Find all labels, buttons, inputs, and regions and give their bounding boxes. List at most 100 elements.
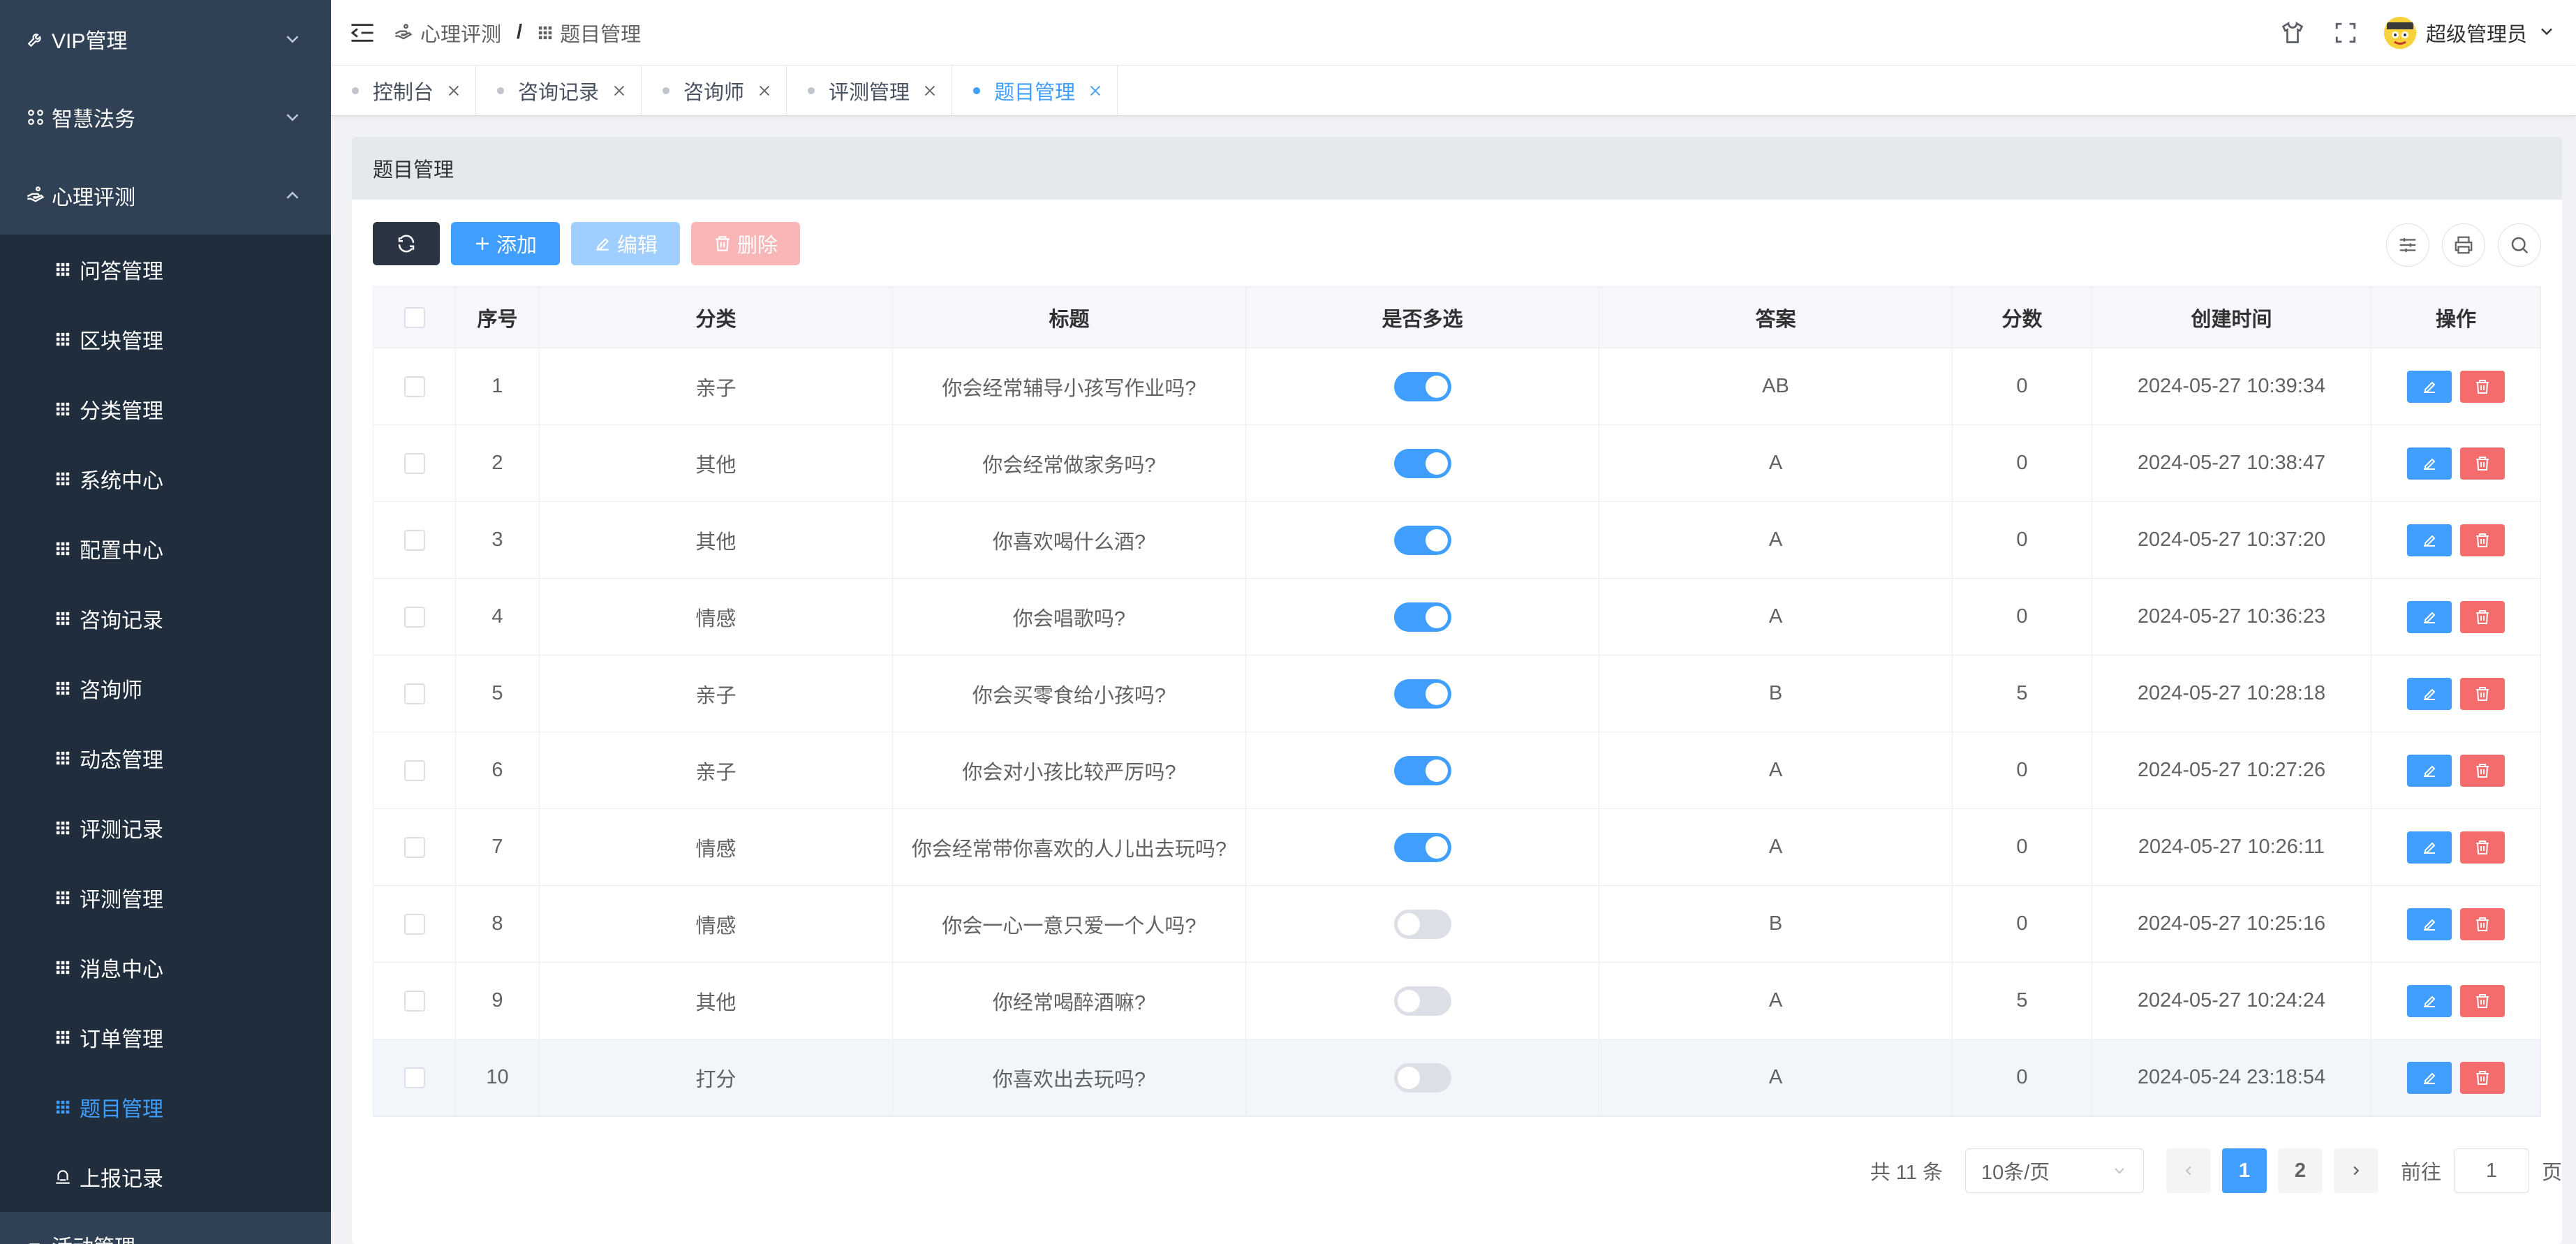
row-edit-button[interactable] (2407, 1061, 2452, 1094)
multi-select-switch[interactable] (1393, 371, 1451, 401)
table-row[interactable]: 4 情感 你会唱歌吗? A 0 2024-05-27 10:36:23 (373, 579, 2540, 656)
row-checkbox[interactable] (404, 990, 425, 1012)
chevron-down-icon[interactable] (2537, 22, 2556, 45)
row-edit-button[interactable] (2407, 831, 2452, 864)
tag-consult-records[interactable]: 咨询记录 (476, 66, 642, 115)
col-header-answer[interactable]: 答案 (1599, 287, 1953, 348)
page-size-select[interactable]: 10条/页 (1964, 1148, 2144, 1193)
breadcrumb-item-psych[interactable]: 心理评测 (394, 18, 501, 47)
table-row[interactable]: 5 亲子 你会买零食给小孩吗? B 5 2024-05-27 10:28:18 (373, 656, 2540, 732)
close-icon[interactable] (921, 82, 939, 100)
row-delete-button[interactable] (2460, 370, 2505, 403)
multi-select-switch[interactable] (1393, 525, 1451, 555)
row-checkbox[interactable] (404, 452, 425, 474)
add-button[interactable]: 添加 (451, 222, 560, 265)
avatar[interactable] (2383, 17, 2416, 49)
columns-filter-button[interactable] (2386, 223, 2429, 267)
close-icon[interactable] (755, 82, 773, 100)
next-page-button[interactable] (2333, 1148, 2378, 1193)
refresh-button[interactable] (373, 222, 440, 265)
table-row[interactable]: 9 其他 你经常喝醉酒嘛? A 5 2024-05-27 10:24:24 (373, 963, 2540, 1039)
row-delete-button[interactable] (2460, 447, 2505, 480)
fullscreen-icon[interactable] (2331, 18, 2360, 47)
sidebar-item-legal[interactable]: 智慧法务 (0, 78, 331, 156)
row-edit-button[interactable] (2407, 447, 2452, 480)
table-row[interactable]: 3 其他 你喜欢喝什么酒? A 0 2024-05-27 10:37:20 (373, 502, 2540, 579)
table-row[interactable]: 2 其他 你会经常做家务吗? A 0 2024-05-27 10:38:47 (373, 425, 2540, 502)
sidebar-item-block[interactable]: 区块管理 (0, 304, 331, 374)
row-delete-button[interactable] (2460, 677, 2505, 710)
close-icon[interactable] (610, 82, 628, 100)
table-row[interactable]: 6 亲子 你会对小孩比较严厉吗? A 0 2024-05-27 10:27:26 (373, 732, 2540, 809)
username[interactable]: 超级管理员 (2426, 18, 2527, 47)
col-header-score[interactable]: 分数 (1953, 287, 2092, 348)
multi-select-switch[interactable] (1393, 448, 1451, 478)
multi-select-switch[interactable] (1393, 1062, 1451, 1093)
sidebar-item-psych[interactable]: 心理评测 (0, 156, 331, 235)
row-delete-button[interactable] (2460, 754, 2505, 787)
page-2-button[interactable]: 2 (2277, 1148, 2323, 1193)
col-header-title[interactable]: 标题 (893, 287, 1246, 348)
multi-select-switch[interactable] (1393, 986, 1451, 1016)
row-edit-button[interactable] (2407, 984, 2452, 1017)
delete-button[interactable]: 删除 (691, 222, 800, 265)
sidebar-item-messages[interactable]: 消息中心 (0, 933, 331, 1002)
multi-select-switch[interactable] (1393, 602, 1451, 632)
tag-dashboard[interactable]: 控制台 (331, 66, 477, 115)
edit-button[interactable]: 编辑 (571, 222, 680, 265)
sidebar-item-config[interactable]: 配置中心 (0, 514, 331, 584)
tag-counselor[interactable]: 咨询师 (642, 66, 787, 115)
multi-select-switch[interactable] (1393, 679, 1451, 709)
row-edit-button[interactable] (2407, 524, 2452, 556)
multi-select-switch[interactable] (1393, 832, 1451, 862)
multi-select-switch[interactable] (1393, 909, 1451, 939)
table-row[interactable]: 10 打分 你喜欢出去玩吗? A 0 2024-05-24 23:18:54 (373, 1039, 2540, 1116)
sidebar-item-activity[interactable]: 活动管理 (0, 1212, 331, 1244)
table-row[interactable]: 8 情感 你会一心一意只爱一个人吗? B 0 2024-05-27 10:25:16 (373, 886, 2540, 963)
row-checkbox[interactable] (404, 606, 425, 628)
table-row[interactable]: 7 情感 你会经常带你喜欢的人儿出去玩吗? A 0 2024-05-27 10:26:11 (373, 809, 2540, 886)
col-header-multi[interactable]: 是否多选 (1246, 287, 1599, 348)
sidebar-item-counselor[interactable]: 咨询师 (0, 653, 331, 723)
row-edit-button[interactable] (2407, 908, 2452, 940)
multi-select-switch[interactable] (1393, 755, 1451, 785)
menu-fold-icon[interactable] (349, 20, 376, 46)
row-edit-button[interactable] (2407, 600, 2452, 633)
sidebar-item-consult-records[interactable]: 咨询记录 (0, 584, 331, 653)
prev-page-button[interactable] (2166, 1148, 2211, 1193)
sidebar-item-vip[interactable]: VIP管理 (0, 0, 331, 78)
row-checkbox[interactable] (404, 913, 425, 935)
row-edit-button[interactable] (2407, 677, 2452, 710)
table-row[interactable]: 1 亲子 你会经常辅导小孩写作业吗? AB 0 2024-05-27 10:39:34 (373, 348, 2540, 425)
sidebar-item-questions[interactable]: 题目管理 (0, 1072, 331, 1142)
sidebar-item-eval-manage[interactable]: 评测管理 (0, 863, 331, 933)
print-button[interactable] (2442, 223, 2485, 267)
col-header-no[interactable]: 序号 (456, 287, 540, 348)
row-checkbox[interactable] (404, 376, 425, 397)
row-checkbox[interactable] (404, 760, 425, 781)
sidebar-item-category[interactable]: 分类管理 (0, 374, 331, 444)
close-icon[interactable] (1086, 82, 1104, 100)
row-delete-button[interactable] (2460, 600, 2505, 633)
row-checkbox[interactable] (404, 1067, 425, 1088)
col-header-category[interactable]: 分类 (540, 287, 893, 348)
row-delete-button[interactable] (2460, 908, 2505, 940)
row-checkbox[interactable] (404, 836, 425, 858)
row-delete-button[interactable] (2460, 524, 2505, 556)
row-checkbox[interactable] (404, 529, 425, 551)
sidebar-item-reports[interactable]: 上报记录 (0, 1142, 331, 1212)
close-icon[interactable] (445, 82, 463, 100)
sidebar-item-dynamics[interactable]: 动态管理 (0, 723, 331, 793)
page-1-button[interactable]: 1 (2221, 1148, 2267, 1193)
search-toggle-button[interactable] (2498, 223, 2541, 267)
tag-eval-manage[interactable]: 评测管理 (787, 66, 953, 115)
sidebar-item-qa[interactable]: 问答管理 (0, 235, 331, 304)
tag-questions[interactable]: 题目管理 (952, 66, 1118, 115)
row-delete-button[interactable] (2460, 984, 2505, 1017)
row-delete-button[interactable] (2460, 831, 2505, 864)
col-header-created[interactable]: 创建时间 (2092, 287, 2371, 348)
sidebar-item-system[interactable]: 系统中心 (0, 444, 331, 514)
row-edit-button[interactable] (2407, 370, 2452, 403)
sidebar-item-orders[interactable]: 订单管理 (0, 1002, 331, 1072)
goto-page-input[interactable]: 1 (2453, 1148, 2529, 1193)
